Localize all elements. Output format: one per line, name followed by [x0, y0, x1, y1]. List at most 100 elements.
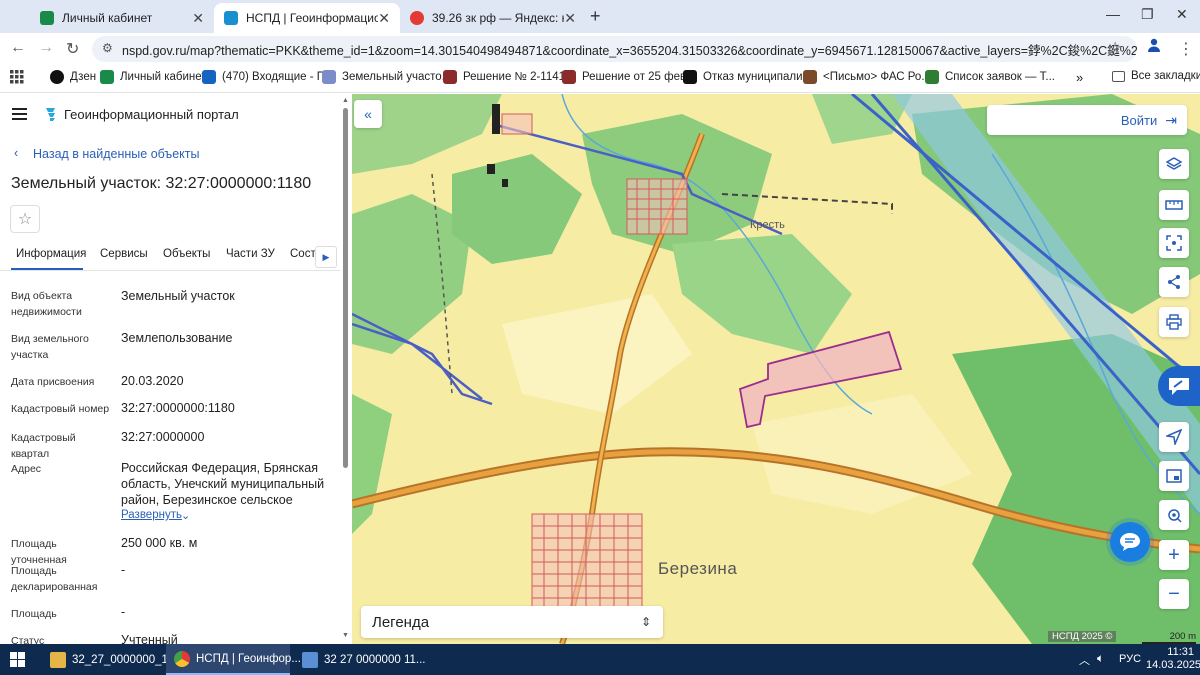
minimap-icon[interactable] [1159, 461, 1189, 491]
prop-value: - [121, 605, 126, 619]
language-indicator[interactable]: РУС [1119, 653, 1141, 665]
bookmark-label: Отказ муниципали... [703, 71, 813, 83]
map-canvas[interactable] [352, 94, 1200, 644]
prop-label: Площадь [11, 608, 57, 620]
scroll-up-icon[interactable]: ▲ [342, 97, 349, 104]
tab-nspd[interactable]: НСПД | Геоинформационный ✕ [214, 3, 400, 33]
chat-icon[interactable] [1110, 522, 1150, 562]
prop-label: Дата присвоения [11, 376, 95, 388]
profile-icon[interactable] [1146, 37, 1162, 58]
favorite-star-icon[interactable]: ☆ [10, 205, 40, 233]
bookmark-item[interactable]: Личный кабинет [100, 70, 207, 84]
select-area-icon[interactable] [1159, 228, 1189, 258]
prop-label: Площадь декларированная [11, 565, 98, 593]
tab-title: НСПД | Геоинформационный [246, 11, 379, 25]
layers-icon[interactable] [1159, 149, 1189, 179]
bookmark-item[interactable]: Список заявок — Т... [925, 70, 1055, 84]
taskbar-item-image[interactable]: 32 27 0000000 11... [294, 644, 425, 675]
reload-icon[interactable]: ↻ [66, 39, 79, 59]
bookmark-item[interactable]: Отказ муниципали... [683, 70, 812, 84]
bookmark-favicon-icon [322, 70, 336, 84]
object-title: Земельный участок: 32:27:0000000:1180 [11, 175, 312, 192]
tab-parts[interactable]: Части ЗУ [226, 248, 275, 260]
tab-services[interactable]: Сервисы [100, 248, 148, 260]
scroll-down-icon[interactable]: ▼ [342, 632, 349, 639]
bookmark-star-icon[interactable]: ☆ [1108, 38, 1122, 58]
prop-label: Адрес [11, 463, 42, 475]
chevron-down-icon[interactable]: ⌄ [181, 509, 190, 522]
windows-taskbar: 32_27_0000000_1180 НСПД | Геоинфор... 32… [0, 644, 1200, 675]
map-view[interactable]: Березина Кресть « Войти ⇥ + − Легенда ⇕ … [352, 94, 1200, 644]
expand-address-link[interactable]: Развернуть [121, 509, 182, 521]
collapse-panel-icon[interactable]: « [354, 100, 382, 128]
bookmark-label: Список заявок — Т... [945, 71, 1055, 83]
bookmark-item[interactable]: <Письмо> ФАС Ро... [803, 70, 931, 84]
prop-value: Учтенный [121, 633, 178, 644]
scale-bar: 200 m [1142, 631, 1196, 644]
bookmark-favicon-icon [803, 70, 817, 84]
bookmark-favicon-icon [100, 70, 114, 84]
login-button[interactable]: Войти ⇥ [987, 105, 1187, 135]
legend-dropdown[interactable]: Легенда ⇕ [361, 606, 663, 638]
address-bar[interactable]: ⚙ nspd.gov.ru/map?thematic=PKK&theme_id=… [92, 36, 1137, 62]
new-tab-icon[interactable]: + [590, 6, 601, 27]
close-tab-icon[interactable]: ✕ [378, 10, 390, 27]
tabs-scroll-right-icon[interactable]: ▶ [315, 246, 337, 268]
close-tab-icon[interactable]: ✕ [564, 10, 576, 27]
site-info-icon[interactable]: ⚙ [102, 41, 113, 55]
address-value: Российская Федерация, Брянская область, … [121, 461, 325, 507]
bookmark-item[interactable]: (470) Входящие - П... [202, 70, 335, 84]
bookmark-item[interactable]: Решение № 2-1141... [443, 70, 575, 84]
share-icon[interactable] [1159, 267, 1189, 297]
chevron-left-icon[interactable]: ‹ [14, 146, 18, 160]
taskbar-label: НСПД | Геоинфор... [196, 652, 301, 665]
copyright: НСПД 2025 © [1048, 631, 1117, 642]
tab-favicon-icon [224, 11, 238, 25]
bookmark-favicon-icon [562, 70, 576, 84]
prop-value: 32:27:0000000 [121, 430, 205, 444]
back-to-results-link[interactable]: Назад в найденные объекты [33, 147, 199, 161]
taskbar-item-folder[interactable]: 32_27_0000000_1180 [42, 644, 186, 675]
ruler-icon[interactable] [1159, 190, 1189, 220]
tab-lichny-kabinet[interactable]: Личный кабинет ✕ [30, 3, 214, 33]
close-tab-icon[interactable]: ✕ [192, 10, 204, 27]
clock[interactable]: 11:31 14.03.2025 [1146, 646, 1200, 672]
prop-value: Землепользование [121, 331, 233, 345]
hamburger-menu-icon[interactable] [12, 108, 27, 120]
taskbar-item-chrome[interactable]: НСПД | Геоинфор... [166, 644, 301, 675]
zoom-in-icon[interactable]: + [1159, 540, 1189, 570]
tab-yandex[interactable]: 39.26 зк рф — Яндекс: нашлос ✕ [400, 3, 586, 33]
print-icon[interactable] [1159, 307, 1189, 337]
tab-title: 39.26 зк рф — Яндекс: нашлос [432, 11, 564, 25]
tray-chevron-icon[interactable]: ︿ [1079, 652, 1090, 668]
maximize-icon[interactable]: ❐ [1141, 6, 1154, 23]
all-bookmarks[interactable]: Все закладки [1112, 70, 1200, 82]
tab-favicon-icon [410, 11, 424, 25]
more-bookmarks-icon[interactable]: » [1076, 70, 1083, 85]
bookmark-item[interactable]: Земельный участо... [322, 70, 451, 84]
windows-start-icon[interactable] [10, 652, 25, 670]
bookmark-label: Решение № 2-1141... [463, 71, 575, 83]
forward-icon[interactable]: → [38, 39, 54, 57]
bookmark-label: <Письмо> ФАС Ро... [823, 71, 931, 83]
locate-icon[interactable] [1159, 500, 1189, 530]
navigate-icon[interactable] [1159, 422, 1189, 452]
bookmark-label: (470) Входящие - П... [222, 71, 335, 83]
bookmark-label: Личный кабинет [120, 71, 207, 83]
panel-scrollbar[interactable] [343, 108, 348, 468]
url-text: nspd.gov.ru/map?thematic=PKK&theme_id=1&… [122, 43, 1137, 58]
minimize-icon[interactable]: — [1106, 6, 1120, 22]
menu-kebab-icon[interactable]: ⋮ [1178, 39, 1194, 59]
assistant-widget-icon[interactable] [1158, 366, 1200, 406]
bookmark-item[interactable]: Решение от 25 фев... [562, 70, 696, 84]
zoom-out-icon[interactable]: − [1159, 579, 1189, 609]
volume-icon[interactable]: 🔈︎ [1097, 651, 1104, 666]
bookmark-item[interactable]: Дзен [50, 70, 96, 84]
tab-objects[interactable]: Объекты [163, 248, 210, 260]
tab-information[interactable]: Информация [16, 248, 86, 260]
close-window-icon[interactable]: ✕ [1176, 6, 1188, 23]
all-bookmarks-label: Все закладки [1131, 70, 1200, 82]
tab-title: Личный кабинет [62, 11, 153, 25]
apps-grid-icon[interactable] [10, 70, 24, 84]
back-icon[interactable]: ← [10, 39, 26, 57]
